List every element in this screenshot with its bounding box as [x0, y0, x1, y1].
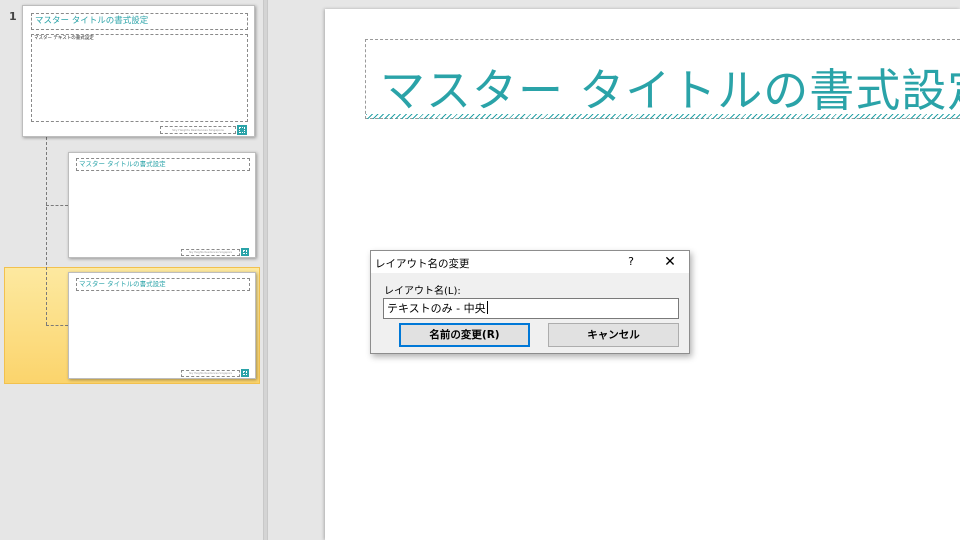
slide-number-icon: [241, 369, 249, 377]
title-text[interactable]: マスター タイトルの書式設定: [380, 54, 960, 119]
thumb-title-text: マスター タイトルの書式設定: [35, 16, 149, 26]
thumb-footer-text: Sky Heights Residences Singapore: [188, 372, 233, 375]
layout-name-value: テキストのみ - 中央: [387, 302, 486, 315]
slide-number: 1: [9, 10, 17, 23]
rename-button[interactable]: 名前の変更(R): [399, 323, 530, 347]
slide-number-icon: [237, 125, 247, 135]
dialog-title: レイアウト名の変更: [375, 258, 470, 270]
thumb-footer-text: Sky Heights Residences Singapore: [172, 128, 224, 132]
rename-layout-dialog: レイアウト名の変更 ? ✕ レイアウト名(L): テキストのみ - 中央 名前の…: [370, 250, 690, 354]
layout-connector-branch-2: [46, 325, 68, 326]
thumb-title-placeholder: マスター タイトルの書式設定: [31, 13, 248, 30]
layout-thumbnail-selected[interactable]: マスター タイトルの書式設定 Sky Heights Residences Si…: [68, 272, 256, 379]
thumb-body-text: マスター テキストの書式設定: [34, 36, 94, 41]
thumb-footer-placeholder: Sky Heights Residences Singapore: [181, 249, 240, 256]
slide-thumbnail-pane[interactable]: 1 マスター タイトルの書式設定 マスター テキストの書式設定 Sky Heig…: [0, 0, 263, 540]
placeholder-hatch-border: [366, 114, 960, 119]
thumb-footer-placeholder: Sky Heights Residences Singapore: [181, 370, 240, 377]
text-caret: [486, 301, 488, 314]
layout-connector-branch-1: [46, 205, 68, 206]
dialog-titlebar[interactable]: レイアウト名の変更 ? ✕: [371, 251, 689, 273]
title-placeholder[interactable]: マスター タイトルの書式設定: [365, 39, 960, 119]
slide-number-icon: [241, 248, 249, 256]
layout-name-label: レイアウト名(L):: [384, 286, 461, 297]
thumb-title-text: マスター タイトルの書式設定: [79, 280, 166, 288]
thumb-footer-text: Sky Heights Residences Singapore: [188, 251, 233, 254]
layout-thumbnail-title-only[interactable]: マスター タイトルの書式設定 Sky Heights Residences Si…: [68, 152, 256, 258]
master-slide-thumbnail[interactable]: マスター タイトルの書式設定 マスター テキストの書式設定 Sky Height…: [22, 5, 255, 137]
layout-name-input[interactable]: テキストのみ - 中央: [383, 298, 679, 319]
thumb-body-placeholder: マスター テキストの書式設定: [31, 34, 248, 122]
close-button[interactable]: ✕: [659, 252, 681, 272]
thumb-title-text: マスター タイトルの書式設定: [79, 160, 166, 168]
thumb-footer-placeholder: Sky Heights Residences Singapore: [160, 126, 236, 134]
cancel-button[interactable]: キャンセル: [548, 323, 679, 347]
help-button[interactable]: ?: [621, 252, 641, 272]
layout-connector-line: [46, 137, 47, 325]
thumb-title-placeholder: マスター タイトルの書式設定: [76, 278, 250, 291]
thumb-title-placeholder: マスター タイトルの書式設定: [76, 158, 250, 171]
